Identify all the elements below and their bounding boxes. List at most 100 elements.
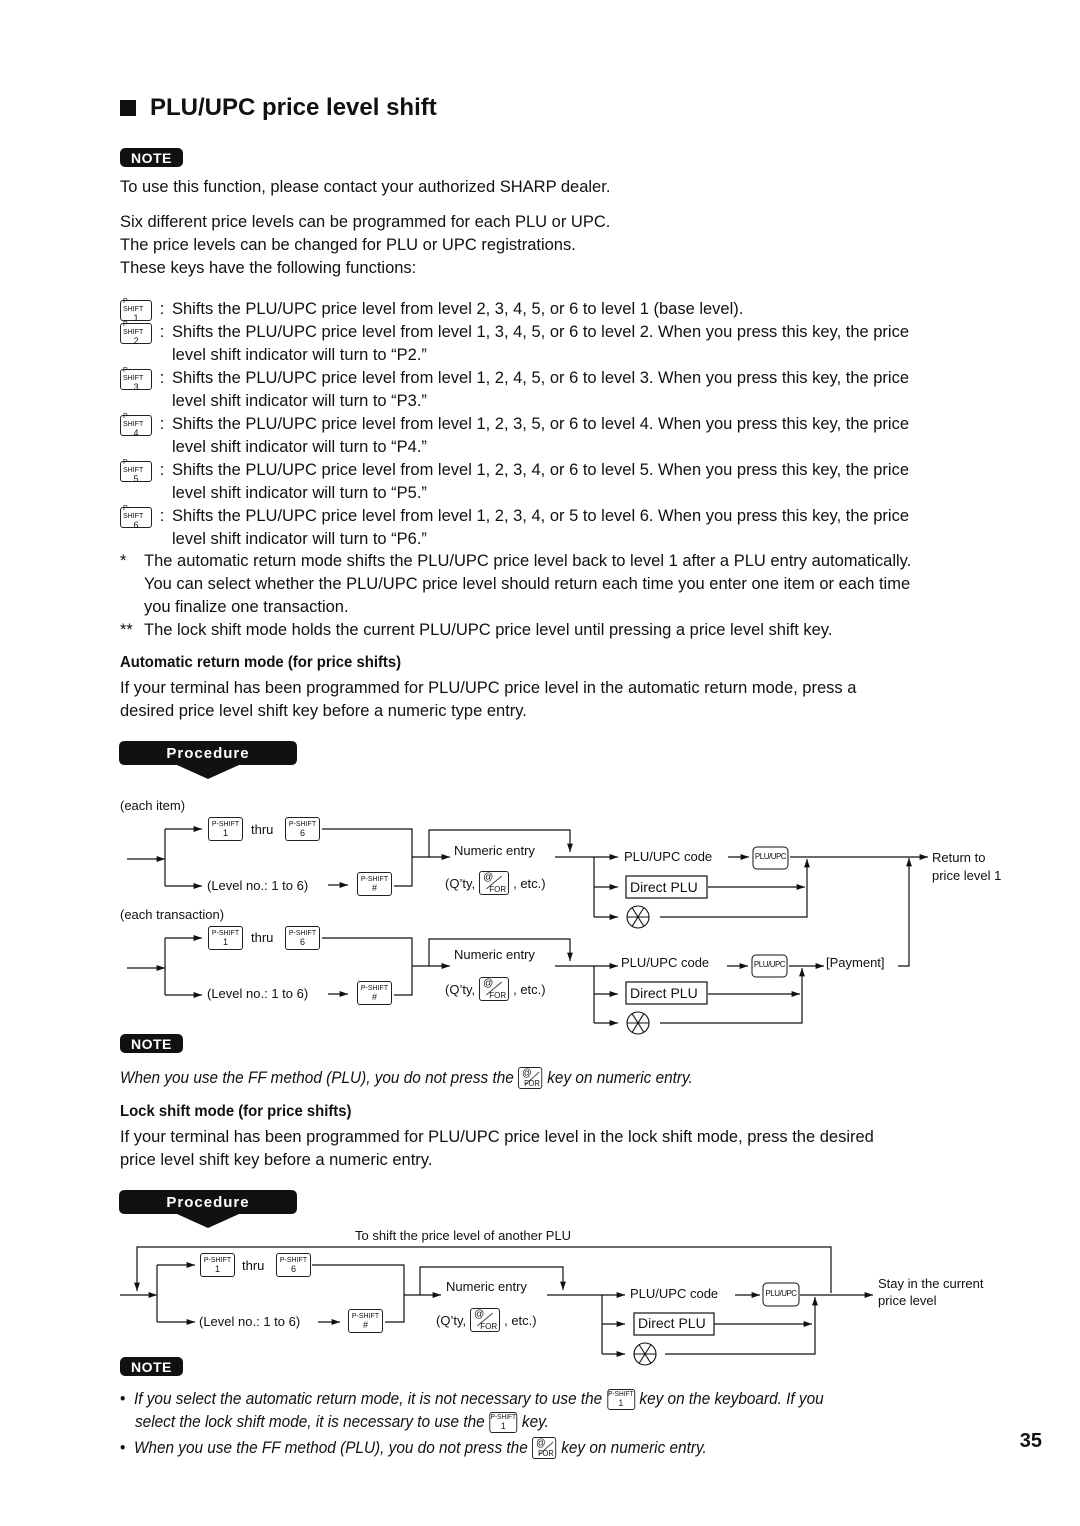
colon: :	[159, 415, 165, 433]
key-function-row: P-SHIFT 6: Shifts the PLU/UPC price level …	[120, 505, 1022, 551]
note-text: key on numeric entry.	[547, 1068, 693, 1087]
pshift-key: P-SHIFT 1	[200, 1253, 235, 1277]
bottom-note-2: • When you use the FF method (PLU), you …	[120, 1437, 707, 1459]
label-each-item: (each item)	[120, 798, 186, 813]
auto-section-line: desired price level shift key before a n…	[120, 702, 527, 720]
note-text: key on the keyboard. If you	[639, 1390, 824, 1408]
pshift-key: P-SHIFT 6	[285, 817, 320, 841]
note-badge: NOTE	[120, 1357, 183, 1377]
footnote-line: The automatic return mode shifts the PLU…	[144, 552, 912, 570]
key-bottom-label: #	[371, 991, 377, 1002]
key-bottom-label: 1	[222, 827, 228, 838]
plu-upc-key-label: PLU/UPC	[765, 1289, 797, 1298]
procedure-badge: Procedure	[119, 741, 297, 784]
key-function-row: P-SHIFT 4: Shifts the PLU/UPC price level …	[120, 413, 1022, 459]
plu-upc-code-label: PLU/UPC code	[621, 955, 710, 970]
qty-label: (Q’ty,	[445, 981, 476, 997]
pshift-key: P-SHIFT #	[357, 981, 392, 1005]
key-function-text: level shift indicator will turn to “P6.”	[172, 530, 427, 548]
footnote-mark: *	[120, 552, 127, 570]
key-bottom-label: 1	[618, 1398, 624, 1408]
at-symbol: @	[536, 1438, 546, 1449]
thru-label: thru	[251, 822, 274, 837]
procedure-badge: Procedure	[119, 1190, 297, 1233]
level-no-label: (Level no.: 1 to 6)	[207, 986, 309, 1001]
pshift-key: P-SHIFT 1	[208, 817, 243, 841]
intro-line: The price levels can be changed for PLU …	[120, 236, 576, 254]
note-label: NOTE	[120, 148, 183, 167]
label-each-transaction: (each transaction)	[120, 907, 225, 922]
key-top-label: P-SHIFT	[123, 459, 144, 474]
page-title-text: PLU/UPC price level shift	[150, 94, 437, 121]
key-function-row: P-SHIFT 1: Shifts the PLU/UPC price level …	[120, 298, 1022, 323]
qty-for-entry: (Q’ty, @ FOR , etc.)	[445, 871, 546, 895]
at-for-key: @ FOR	[479, 871, 510, 895]
note-text: key.	[521, 1413, 549, 1431]
stay-label: price level	[878, 1293, 937, 1308]
key-bottom-label: 1	[214, 1263, 220, 1274]
note-label: NOTE	[120, 1357, 183, 1376]
auto-section-line: If your terminal has been programmed for…	[120, 679, 857, 697]
footnote-line: you finalize one transaction.	[144, 598, 349, 616]
colon: :	[159, 300, 165, 318]
department-key-icon	[626, 1011, 650, 1035]
colon: :	[159, 461, 165, 479]
numeric-entry-label: Numeric entry	[446, 1279, 527, 1294]
qty-for-entry: (Q’ty, @ FOR , etc.)	[436, 1308, 537, 1332]
note-text: key on numeric entry.	[561, 1438, 707, 1457]
pshift-6-key: P-SHIFT 6	[120, 505, 152, 530]
pshift-4-key: P-SHIFT 4	[120, 413, 152, 438]
key-bottom-label: 4	[133, 428, 139, 438]
key-function-text: level shift indicator will turn to “P3.”	[172, 392, 427, 410]
procedure-label: Procedure	[166, 745, 250, 762]
key-bottom-label: 6	[290, 1263, 296, 1274]
thru-label: thru	[242, 1258, 265, 1273]
pshift-2-key: P-SHIFT 2	[120, 321, 152, 346]
at-for-key: @ FOR	[518, 1067, 543, 1089]
key-function-row: P-SHIFT 2: Shifts the PLU/UPC price level …	[120, 321, 1022, 367]
section-heading-auto-return: Automatic return mode (for price shifts)	[120, 654, 402, 671]
direct-plu-label: Direct PLU	[630, 879, 698, 895]
page-number: 35	[1019, 1430, 1042, 1452]
key-function-text: level shift indicator will turn to “P4.”	[172, 438, 427, 456]
plu-upc-code-label: PLU/UPC code	[630, 1286, 719, 1301]
key-bottom-label: 2	[133, 336, 139, 346]
colon: :	[159, 323, 165, 341]
key-function-text: Shifts the PLU/UPC price level from leve…	[172, 461, 910, 479]
key-bottom-label: 1	[222, 936, 228, 947]
another-plu-label: To shift the price level of another PLU	[355, 1228, 572, 1243]
footnote-auto-return: * The automatic return mode shifts the P…	[120, 550, 911, 619]
qty-for-entry: (Q’ty, @ FOR , etc.)	[445, 977, 546, 1001]
footnote-line: The lock shift mode holds the current PL…	[144, 621, 833, 639]
bottom-note-1-cont: select the lock shift mode, it is necess…	[135, 1412, 549, 1433]
key-function-text: level shift indicator will turn to “P2.”	[172, 346, 427, 364]
footnote-line: You can select whether the PLU/UPC price…	[144, 575, 911, 593]
key-function-text: Shifts the PLU/UPC price level from leve…	[172, 323, 910, 341]
level-no-label: (Level no.: 1 to 6)	[199, 1314, 301, 1329]
qty-label: (Q’ty,	[436, 1312, 467, 1328]
section-heading-lock-shift: Lock shift mode (for price shifts)	[120, 1103, 352, 1120]
procedure-label: Procedure	[166, 1194, 250, 1211]
department-key-icon	[633, 1342, 657, 1366]
bottom-note-1: • If you select the automatic return mod…	[120, 1389, 824, 1410]
department-key-icon	[626, 905, 650, 929]
key-bottom-label: 6	[299, 827, 305, 838]
pshift-key: P-SHIFT 1	[208, 926, 243, 950]
key-top-label: P-SHIFT	[123, 413, 144, 428]
footnote-lock-shift: ** The lock shift mode holds the current…	[120, 619, 832, 642]
note-text: select the lock shift mode, it is necess…	[135, 1413, 485, 1431]
stay-label: Stay in the current	[878, 1276, 984, 1291]
key-top-label: P-SHIFT	[123, 367, 144, 382]
lock-section-line: price level shift key before a numeric e…	[120, 1151, 433, 1169]
key-function-text: Shifts the PLU/UPC price level from leve…	[172, 415, 910, 433]
note-text: To use this function, please contact you…	[120, 178, 611, 196]
key-bottom-label: #	[371, 882, 377, 893]
numeric-entry-label: Numeric entry	[454, 947, 535, 962]
key-bottom-label: 6	[133, 520, 139, 530]
note-badge: NOTE	[120, 1034, 183, 1054]
qty-label: (Q’ty,	[445, 875, 476, 891]
colon: :	[159, 507, 165, 525]
pshift-3-key: P-SHIFT 3	[120, 367, 152, 392]
bullet: •	[120, 1438, 126, 1457]
plu-upc-key-label: PLU/UPC	[754, 852, 787, 861]
